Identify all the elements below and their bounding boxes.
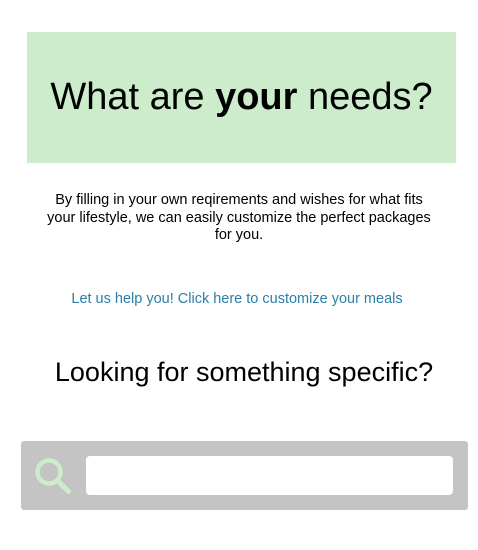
search-bar	[21, 441, 468, 510]
title-prefix: What are	[50, 76, 216, 118]
customize-meals-link[interactable]: Let us help you! Click here to customize…	[0, 290, 474, 308]
search-input[interactable]	[86, 456, 453, 495]
page-title: What are your needs?	[50, 76, 432, 119]
hero-banner: What are your needs?	[27, 32, 456, 163]
search-icon[interactable]	[33, 456, 73, 496]
title-suffix: needs?	[297, 76, 433, 118]
specific-heading: Looking for something specific?	[54, 357, 434, 387]
title-emphasis: your	[215, 76, 298, 118]
intro-text: By filling in your own reqirements and w…	[47, 192, 431, 243]
